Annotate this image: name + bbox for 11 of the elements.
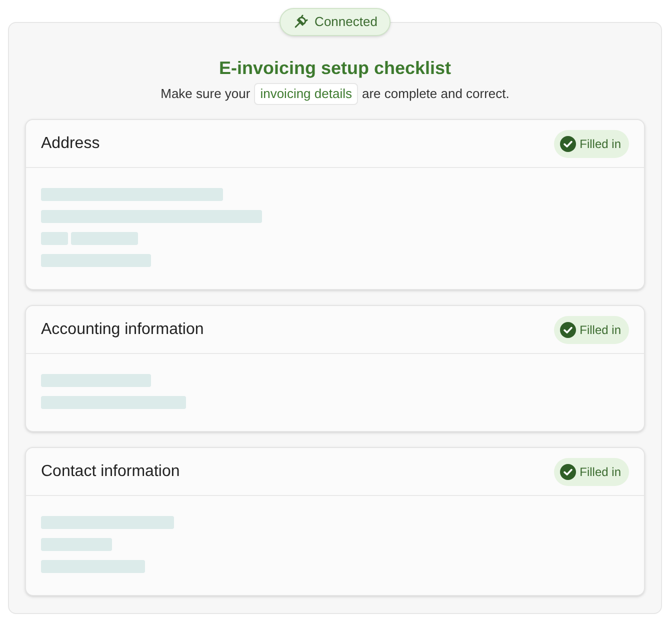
section-title: Accounting information	[41, 320, 204, 340]
connection-status-badge: Connected	[280, 8, 390, 36]
status-badge: Filled in	[554, 458, 629, 486]
subtitle-text: are complete and correct.	[362, 86, 510, 102]
subtitle-text: Make sure your	[160, 86, 250, 102]
checklist-title: E-invoicing setup checklist	[218, 57, 452, 79]
status-badge: Filled in	[554, 130, 629, 158]
status-badge: Filled in	[554, 316, 629, 344]
invoicing-details-link[interactable]: invoicing details	[254, 83, 358, 105]
section-title: Address	[41, 134, 100, 154]
section-title: Contact information	[41, 462, 180, 482]
